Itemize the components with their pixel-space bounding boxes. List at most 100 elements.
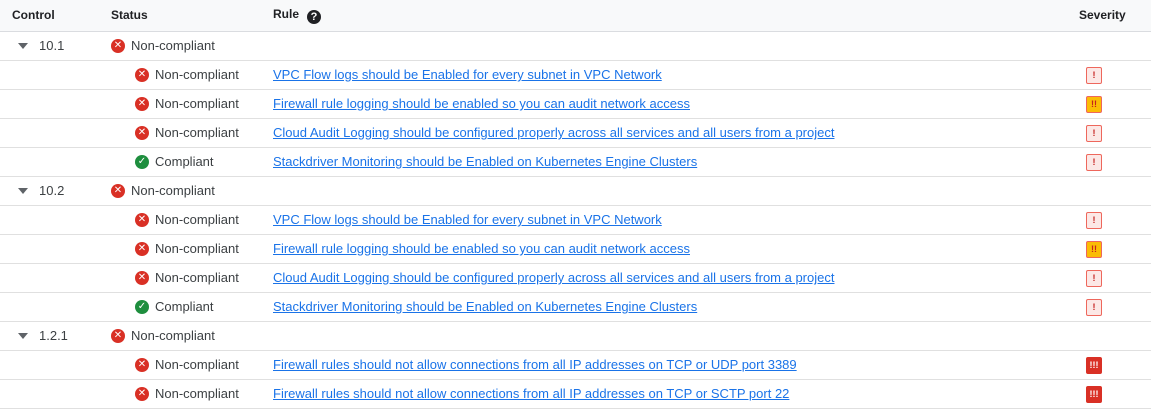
rule-cell: Firewall rule logging should be enabled … bbox=[273, 89, 1079, 118]
rule-cell bbox=[273, 176, 1079, 205]
severity-medium-icon: !! bbox=[1086, 95, 1102, 113]
caret-down-icon[interactable] bbox=[18, 42, 28, 49]
rule-cell: Stackdriver Monitoring should be Enabled… bbox=[273, 147, 1079, 176]
rule-row: ✕ Non-compliant Firewall rule logging shou… bbox=[0, 89, 1151, 118]
rule-row: ✕ Non-compliant VPC Flow logs should be En… bbox=[0, 60, 1151, 89]
rule-cell bbox=[273, 31, 1079, 60]
control-cell bbox=[0, 350, 111, 379]
rule-link[interactable]: Stackdriver Monitoring should be Enabled… bbox=[273, 299, 697, 314]
close-circle-icon: ✕ bbox=[135, 241, 149, 256]
status-label: Non-compliant bbox=[155, 125, 239, 140]
rule-link[interactable]: Firewall rule logging should be enabled … bbox=[273, 96, 690, 111]
status-label: Non-compliant bbox=[155, 270, 239, 285]
rule-row: ✓ Compliant Stackdriver Monitoring should … bbox=[0, 292, 1151, 321]
caret-down-icon[interactable] bbox=[18, 332, 28, 339]
status-cell: ✕ Non-compliant bbox=[111, 60, 273, 89]
control-id: 10.1 bbox=[39, 38, 65, 53]
status-label: Non-compliant bbox=[131, 328, 215, 343]
severity-low-icon: ! bbox=[1086, 298, 1102, 316]
status-label: Compliant bbox=[155, 154, 214, 169]
control-cell bbox=[0, 292, 111, 321]
severity-high-icon: !!! bbox=[1086, 356, 1102, 374]
status-label: Non-compliant bbox=[155, 241, 239, 256]
severity-cell bbox=[1079, 176, 1151, 205]
rule-row: ✕ Non-compliant Cloud Audit Logging should… bbox=[0, 263, 1151, 292]
rule-link[interactable]: Cloud Audit Logging should be configured… bbox=[273, 270, 834, 285]
close-circle-icon: ✕ bbox=[111, 183, 125, 198]
severity-cell: !!! bbox=[1079, 350, 1151, 379]
column-header-control[interactable]: Control bbox=[0, 0, 111, 32]
rule-cell bbox=[273, 321, 1079, 350]
severity-low-icon: ! bbox=[1086, 153, 1102, 171]
severity-low-icon: ! bbox=[1086, 124, 1102, 142]
control-cell: 1.2.1 bbox=[0, 321, 111, 350]
close-circle-icon: ✕ bbox=[135, 125, 149, 140]
check-circle-icon: ✓ bbox=[135, 154, 149, 169]
status-cell: ✕ Non-compliant bbox=[111, 205, 273, 234]
control-cell bbox=[0, 379, 111, 408]
rule-cell: VPC Flow logs should be Enabled for ever… bbox=[273, 205, 1079, 234]
status-label: Non-compliant bbox=[155, 96, 239, 111]
control-cell: 10.1 bbox=[0, 31, 111, 60]
rule-link[interactable]: VPC Flow logs should be Enabled for ever… bbox=[273, 67, 662, 82]
control-cell bbox=[0, 263, 111, 292]
rule-row: ✕ Non-compliant Firewall rule logging shou… bbox=[0, 234, 1151, 263]
control-cell bbox=[0, 60, 111, 89]
rule-link[interactable]: Cloud Audit Logging should be configured… bbox=[273, 125, 834, 140]
control-group-row: 1.2.1 ✕ Non-compliant bbox=[0, 321, 1151, 350]
control-id: 1.2.1 bbox=[39, 328, 68, 343]
status-label: Non-compliant bbox=[155, 386, 239, 401]
severity-cell bbox=[1079, 321, 1151, 350]
status-label: Compliant bbox=[155, 299, 214, 314]
status-label: Non-compliant bbox=[155, 67, 239, 82]
status-cell: ✕ Non-compliant bbox=[111, 350, 273, 379]
status-label: Non-compliant bbox=[155, 357, 239, 372]
rule-link[interactable]: Firewall rules should not allow connecti… bbox=[273, 386, 789, 401]
rule-link[interactable]: Firewall rules should not allow connecti… bbox=[273, 357, 797, 372]
rule-cell: Cloud Audit Logging should be configured… bbox=[273, 118, 1079, 147]
close-circle-icon: ✕ bbox=[135, 96, 149, 111]
status-cell: ✕ Non-compliant bbox=[111, 379, 273, 408]
rule-link[interactable]: Firewall rule logging should be enabled … bbox=[273, 241, 690, 256]
column-header-status[interactable]: Status bbox=[111, 0, 273, 32]
close-circle-icon: ✕ bbox=[135, 212, 149, 227]
rule-link[interactable]: VPC Flow logs should be Enabled for ever… bbox=[273, 212, 662, 227]
rule-cell: Cloud Audit Logging should be configured… bbox=[273, 263, 1079, 292]
severity-cell: !!! bbox=[1079, 379, 1151, 408]
caret-down-icon[interactable] bbox=[18, 187, 28, 194]
severity-low-icon: ! bbox=[1086, 211, 1102, 229]
severity-cell: ! bbox=[1079, 292, 1151, 321]
rule-row: ✕ Non-compliant VPC Flow logs should be En… bbox=[0, 205, 1151, 234]
close-circle-icon: ✕ bbox=[135, 357, 149, 372]
compliance-table: Control Status Rule? Severity 10.1 ✕ Non-c… bbox=[0, 0, 1151, 409]
control-group-row: 10.1 ✕ Non-compliant bbox=[0, 31, 1151, 60]
status-cell: ✕ Non-compliant bbox=[111, 263, 273, 292]
rule-cell: Stackdriver Monitoring should be Enabled… bbox=[273, 292, 1079, 321]
status-label: Non-compliant bbox=[131, 183, 215, 198]
control-id: 10.2 bbox=[39, 183, 65, 198]
control-cell bbox=[0, 118, 111, 147]
help-icon[interactable]: ? bbox=[307, 9, 322, 24]
rule-row: ✕ Non-compliant Firewall rules should not … bbox=[0, 379, 1151, 408]
close-circle-icon: ✕ bbox=[135, 386, 149, 401]
severity-cell bbox=[1079, 31, 1151, 60]
close-circle-icon: ✕ bbox=[111, 328, 125, 343]
column-header-severity[interactable]: Severity bbox=[1079, 0, 1151, 32]
rule-cell: VPC Flow logs should be Enabled for ever… bbox=[273, 60, 1079, 89]
severity-low-icon: ! bbox=[1086, 269, 1102, 287]
column-header-rule[interactable]: Rule? bbox=[273, 0, 1079, 32]
rule-cell: Firewall rule logging should be enabled … bbox=[273, 234, 1079, 263]
control-cell bbox=[0, 147, 111, 176]
control-group-row: 10.2 ✕ Non-compliant bbox=[0, 176, 1151, 205]
control-cell bbox=[0, 205, 111, 234]
status-label: Non-compliant bbox=[155, 212, 239, 227]
severity-cell: ! bbox=[1079, 147, 1151, 176]
status-label: Non-compliant bbox=[131, 38, 215, 53]
control-cell bbox=[0, 89, 111, 118]
rule-link[interactable]: Stackdriver Monitoring should be Enabled… bbox=[273, 154, 697, 169]
status-cell: ✕ Non-compliant bbox=[111, 118, 273, 147]
severity-low-icon: ! bbox=[1086, 66, 1102, 84]
severity-cell: !! bbox=[1079, 89, 1151, 118]
severity-cell: ! bbox=[1079, 205, 1151, 234]
table-body: 10.1 ✕ Non-compliant ✕ Non-compliant VPC Flow… bbox=[0, 31, 1151, 408]
